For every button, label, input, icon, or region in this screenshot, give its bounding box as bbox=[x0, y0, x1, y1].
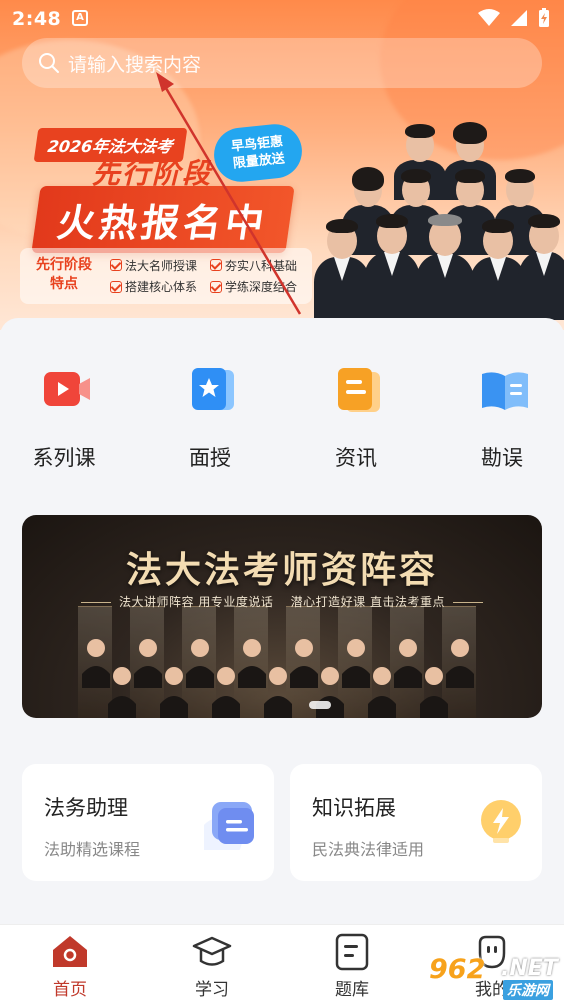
watermark-suffix: .NET bbox=[501, 956, 558, 981]
lineup-subtitle-right: 潜心打造好课 直击法考重点 bbox=[290, 595, 445, 609]
site-watermark: 962 .NET 乐游网 bbox=[425, 952, 560, 1000]
star-card-icon bbox=[192, 368, 234, 410]
quick-link-label: 系列课 bbox=[32, 446, 96, 470]
features-label: 先行阶段 特点 bbox=[28, 256, 100, 294]
watermark-number: 962 bbox=[429, 954, 486, 985]
video-icon bbox=[44, 372, 90, 406]
carousel-indicator[interactable] bbox=[309, 701, 331, 709]
book-icon bbox=[482, 372, 528, 410]
wifi-icon bbox=[478, 9, 500, 26]
features-label-line2: 特点 bbox=[50, 276, 78, 292]
signal-icon bbox=[511, 10, 527, 26]
battery-icon bbox=[539, 8, 549, 27]
service-card-knowledge-extension[interactable]: 知识拓展 民法典法律适用 bbox=[290, 764, 542, 881]
graduation-cap-icon bbox=[192, 936, 232, 966]
status-time: 2:48 bbox=[12, 8, 62, 30]
tab-label: 题库 bbox=[335, 980, 369, 1000]
main-content: 系列课 面授 资讯 勘误 法大法考师资阵容 法大讲师阵容 用专业度说话 潜心打造… bbox=[0, 318, 564, 928]
tab-label: 学习 bbox=[195, 980, 229, 1000]
quick-link-series-course[interactable]: 系列课 bbox=[14, 358, 114, 478]
quick-link-label: 面授 bbox=[189, 446, 231, 470]
quick-link-errata[interactable]: 勘误 bbox=[452, 358, 552, 478]
teachers-photo bbox=[300, 110, 564, 320]
service-card-legal-assistant[interactable]: 法务助理 法助精选课程 bbox=[22, 764, 274, 881]
document-icon bbox=[335, 933, 369, 971]
service-subtitle: 法助精选课程 bbox=[44, 840, 141, 859]
search-icon bbox=[39, 53, 59, 73]
watermark-site: 乐游网 bbox=[503, 980, 553, 1000]
home-icon bbox=[53, 936, 87, 967]
tab-label: 首页 bbox=[53, 980, 87, 1000]
check-icon bbox=[110, 259, 122, 271]
chat-icon bbox=[204, 802, 254, 850]
service-subtitle: 民法典法律适用 bbox=[312, 840, 425, 859]
tab-study[interactable]: 学习 bbox=[172, 933, 252, 1000]
service-title: 法务助理 bbox=[44, 796, 128, 820]
quick-link-in-person[interactable]: 面授 bbox=[160, 358, 260, 478]
tab-question-bank[interactable]: 题库 bbox=[312, 933, 392, 1000]
features-label-line1: 先行阶段 bbox=[36, 257, 92, 273]
status-bar: 2:48 A bbox=[0, 0, 564, 36]
check-icon bbox=[110, 280, 122, 293]
lineup-title: 法大法考师资阵容 bbox=[125, 550, 438, 591]
app-notification-icon: A bbox=[72, 10, 88, 26]
quick-links: 系列课 面授 资讯 勘误 bbox=[0, 358, 564, 478]
quick-link-label: 勘误 bbox=[481, 446, 523, 470]
lineup-subtitle-left: 法大讲师阵容 用专业度说话 bbox=[119, 595, 274, 609]
faculty-lineup-banner[interactable]: 法大法考师资阵容 法大讲师阵容 用专业度说话 潜心打造好课 直击法考重点 bbox=[22, 515, 542, 718]
faculty-photos bbox=[82, 639, 474, 718]
lineup-subtitle: 法大讲师阵容 用专业度说话 潜心打造好课 直击法考重点 bbox=[22, 593, 542, 610]
quick-link-label: 资讯 bbox=[335, 446, 377, 470]
document-icon bbox=[338, 368, 380, 412]
quick-link-news[interactable]: 资讯 bbox=[306, 358, 406, 478]
annotation-arrow-icon bbox=[156, 72, 302, 315]
tab-home[interactable]: 首页 bbox=[30, 933, 110, 1000]
lightning-icon bbox=[481, 800, 521, 843]
service-title: 知识拓展 bbox=[312, 796, 396, 820]
